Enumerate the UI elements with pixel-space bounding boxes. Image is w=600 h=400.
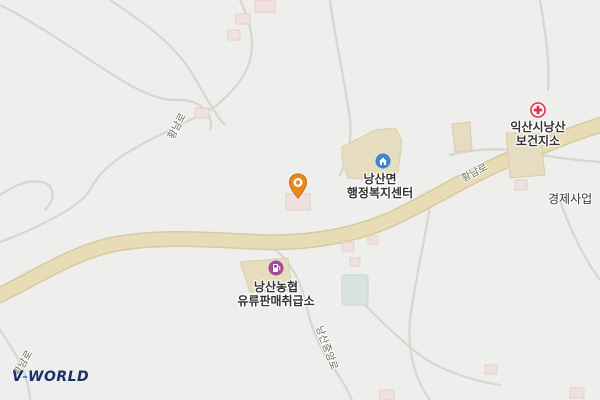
poi-label-line: 낭산면 <box>363 172 397 186</box>
minor-road <box>408 203 432 400</box>
building <box>484 364 498 375</box>
logo-text: WORLD <box>28 369 90 385</box>
building <box>514 179 528 191</box>
home-icon[interactable] <box>375 153 391 169</box>
building <box>569 387 585 399</box>
poi-label-health-center[interactable]: 익산시낭산 보건지소 <box>498 120 578 148</box>
building <box>227 29 241 41</box>
building-greenhouse <box>341 274 369 306</box>
hospital-cross-icon[interactable] <box>530 102 546 118</box>
building <box>367 235 379 245</box>
minor-road <box>108 0 227 127</box>
building <box>341 241 355 252</box>
poi-label-line: 유류판매취급소 <box>237 294 315 308</box>
minor-road <box>358 298 502 387</box>
building <box>379 389 395 400</box>
building <box>235 13 251 25</box>
minor-road <box>0 180 54 212</box>
poi-label-line: 행정복지센터 <box>346 186 414 200</box>
map-base-layer <box>0 0 600 400</box>
poi-label-line: 익산시낭산 <box>510 120 566 134</box>
vworld-logo: V-WORLD <box>12 369 89 385</box>
building <box>194 107 210 119</box>
gas-station-icon[interactable] <box>268 260 284 276</box>
minor-road <box>0 0 254 244</box>
poi-label-partial-office[interactable]: 경제사업 <box>548 192 592 206</box>
building <box>349 257 361 267</box>
poi-label-admin-center[interactable]: 낭산면 행정복지센터 <box>335 172 425 200</box>
building <box>254 0 276 13</box>
minor-road <box>558 198 600 282</box>
location-pin-icon[interactable] <box>288 173 308 199</box>
poi-label-coop-gas[interactable]: 낭산농협 유류판매취급소 <box>228 280 324 308</box>
map-view[interactable]: 황남로 황남로 황남로 낭산중앙로 낭산면 행정복지센터 익산시낭산 보건지소 … <box>0 0 600 400</box>
building <box>451 121 473 153</box>
small-buildings <box>194 0 585 400</box>
poi-label-line: 보건지소 <box>515 134 561 148</box>
logo-prefix: V <box>12 369 23 385</box>
minor-road <box>538 0 550 92</box>
poi-label-line: 낭산농협 <box>253 280 299 294</box>
